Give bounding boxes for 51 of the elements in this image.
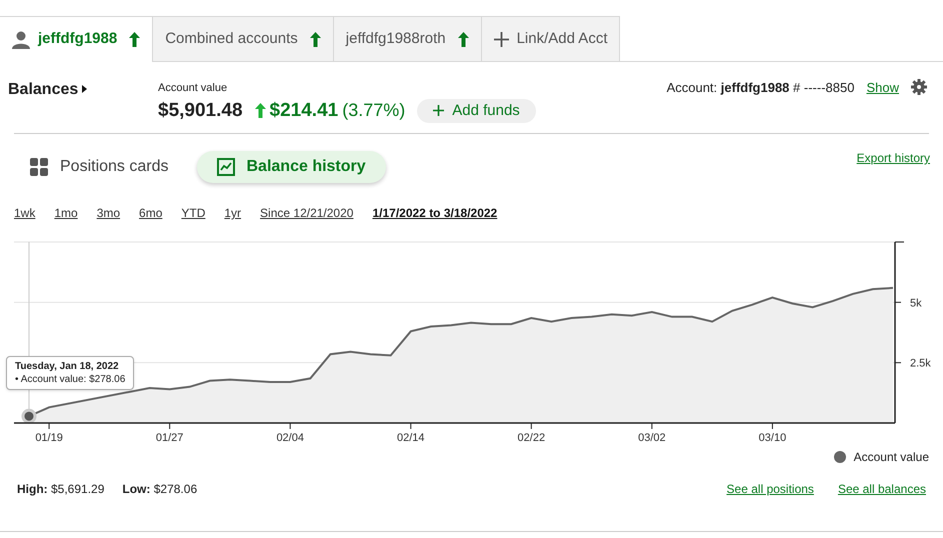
plus-icon	[433, 105, 444, 116]
view-toggle[interactable]: Balance history	[196, 151, 386, 183]
section-title: Balances	[8, 80, 78, 100]
high-stat: High: $5,691.29	[17, 481, 104, 498]
low-stat: Low: $278.06	[122, 481, 198, 498]
account-value-label: Account value	[158, 81, 228, 96]
footer-link[interactable]: See all positions	[726, 480, 814, 498]
selected-point[interactable]	[22, 408, 36, 424]
account-tab[interactable]: Link/Add Acct	[482, 16, 620, 62]
x-tick-label: 01/27	[156, 432, 184, 444]
account-info: Account: jeffdfg1988 # -----8850	[666, 79, 854, 97]
up-arrow-icon	[129, 32, 140, 47]
x-tick-label: 02/14	[397, 432, 425, 444]
period-link[interactable]: YTD	[181, 204, 206, 222]
export-history-link[interactable]: Export history	[856, 149, 930, 167]
grid-icon	[30, 158, 48, 176]
x-tick-label: 02/22	[518, 432, 546, 444]
period-link[interactable]: 6mo	[139, 204, 162, 222]
up-arrow-icon	[310, 32, 321, 46]
change-percent: (3.77%)	[342, 99, 406, 122]
period-link[interactable]: 3mo	[96, 204, 120, 222]
x-tick-label: 02/04	[276, 432, 304, 444]
account-tab[interactable]: jeffdfg1988	[0, 16, 154, 62]
account-value: $5,901.48	[158, 98, 243, 122]
x-tick-label: 01/19	[35, 432, 63, 444]
period-link[interactable]: 1wk	[14, 204, 36, 222]
settings-icon[interactable]	[911, 79, 927, 95]
caret-icon[interactable]	[82, 85, 88, 93]
y-tick-label: 2.5k	[910, 358, 931, 370]
y-tick-label: 5k	[910, 297, 922, 310]
plus-icon	[494, 32, 509, 46]
tooltip-title: Tuesday, Jan 18, 2022	[15, 360, 120, 373]
account-tab[interactable]: jeffdfg1988roth	[334, 16, 482, 62]
period-link[interactable]: 1yr	[224, 204, 242, 222]
period-link[interactable]: Since 12/21/2020	[260, 204, 354, 222]
line-chart-icon	[216, 158, 234, 176]
up-arrow-icon	[458, 32, 469, 46]
x-tick-label: 03/02	[638, 432, 666, 444]
legend-label: Account value	[854, 449, 929, 466]
tooltip-text: • Account value: $278.06	[15, 373, 126, 386]
account-tab[interactable]: Combined accounts	[153, 16, 334, 62]
change-amount: $214.41	[270, 98, 338, 122]
period-link[interactable]: 1mo	[54, 204, 78, 222]
add-funds-button[interactable]: Add funds	[417, 98, 536, 123]
footer-link[interactable]: See all balances	[838, 480, 926, 498]
x-tick-label: 03/10	[758, 432, 786, 444]
up-arrow-icon	[254, 103, 266, 118]
show-link[interactable]: Show	[866, 78, 899, 98]
person-icon	[12, 30, 30, 48]
period-link[interactable]: 1/17/2022 to 3/18/2022	[372, 204, 498, 222]
view-toggle[interactable]: Positions cards	[30, 151, 188, 183]
